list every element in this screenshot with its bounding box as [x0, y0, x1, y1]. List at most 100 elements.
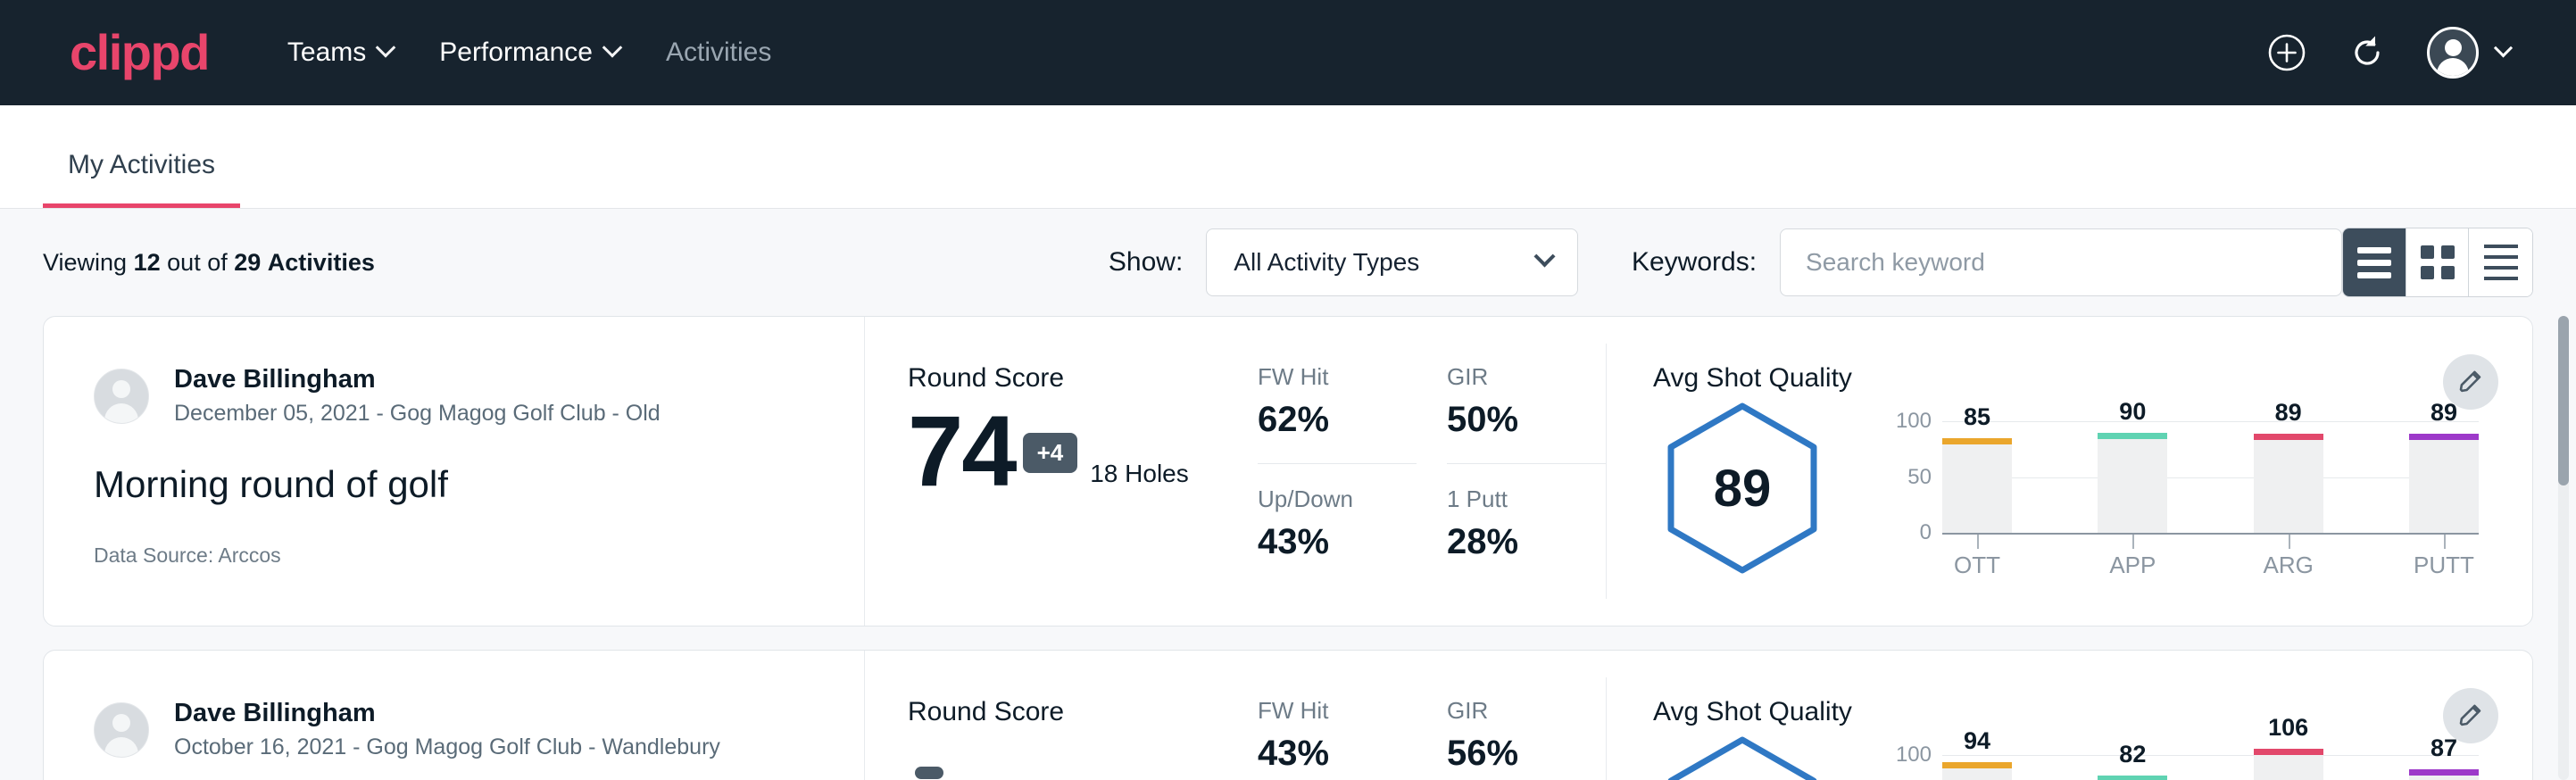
avg-shot-quality-block: Avg Shot Quality 89 05010085OTT90APP89AR… — [1607, 317, 2532, 626]
x-tick-putt — [2444, 535, 2446, 549]
primary-nav: Teams Performance Activities — [287, 37, 771, 68]
grid-view-button[interactable] — [2406, 228, 2470, 296]
shot-quality-chart: 05010085OTT90APP89ARG89PUTT — [1876, 399, 2479, 577]
viewing-suffix: Activities — [268, 249, 375, 276]
bar-group-putt[interactable]: 89PUTT — [2409, 399, 2479, 577]
round-score-row — [908, 736, 1258, 780]
list-scrollbar-thumb[interactable] — [2558, 316, 2569, 485]
nav-actions — [2266, 27, 2510, 79]
avatar-head — [112, 380, 130, 398]
edit-activity-button[interactable] — [2443, 354, 2498, 410]
activity-list: Dave Billingham December 05, 2021 - Gog … — [0, 316, 2576, 780]
pencil-icon — [2456, 701, 2485, 730]
bar-group-arg[interactable]: 89ARG — [2254, 399, 2323, 577]
pencil-icon — [2456, 368, 2485, 396]
refresh-icon[interactable] — [2347, 32, 2388, 73]
bar-putt — [2409, 769, 2479, 780]
stat-fw-hit: FW Hit 62% — [1258, 363, 1417, 464]
stat-fw-hit: FW Hit 43% — [1258, 697, 1417, 780]
shot-quality-chart: 05010094OTT82APP106ARG87PUTT — [1876, 733, 2479, 780]
nav-item-teams[interactable]: Teams — [287, 37, 393, 68]
bar-value-app: 90 — [2098, 398, 2167, 426]
tab-my-activities[interactable]: My Activities — [43, 150, 240, 208]
bar-group-app[interactable]: 82APP — [2098, 733, 2167, 780]
stat-gir-label: GIR — [1447, 697, 1606, 725]
stat-up-down-value: 43% — [1258, 522, 1417, 562]
chevron-down-icon — [376, 37, 396, 58]
bar-value-ott: 85 — [1942, 403, 2012, 431]
round-score-block: Round Score — [865, 651, 1258, 780]
bar-ott — [1942, 762, 2012, 780]
round-score-row: 74 +4 18 Holes — [908, 402, 1258, 501]
keywords-label: Keywords: — [1632, 247, 1757, 278]
avatar — [2427, 27, 2479, 79]
activity-type-select[interactable]: All Activity Types — [1206, 228, 1578, 296]
shot-quality-hexagon — [1653, 733, 1832, 780]
player-name: Dave Billingham — [174, 363, 661, 395]
activity-summary: Dave Billingham October 16, 2021 - Gog M… — [44, 651, 865, 780]
add-circle-icon[interactable] — [2266, 32, 2307, 73]
y-axis-tick-0: 0 — [1876, 520, 1932, 545]
round-score-value: 74 — [908, 402, 1016, 501]
stat-one-putt-value: 28% — [1447, 522, 1606, 562]
activity-author: Dave Billingham December 05, 2021 - Gog … — [94, 363, 864, 429]
viewing-total: 29 — [234, 249, 261, 276]
bar-group-ott[interactable]: 94OTT — [1942, 733, 2012, 780]
bar-group-app[interactable]: 90APP — [2098, 399, 2167, 577]
bar-app — [2098, 776, 2167, 780]
tab-strip: My Activities — [0, 105, 2576, 209]
stat-fw-hit-label: FW Hit — [1258, 697, 1417, 725]
shot-quality-hexagon: 89 — [1653, 399, 1832, 577]
round-stats: FW Hit 62% GIR 50% Up/Down 43% 1 Putt 28… — [1258, 317, 1606, 626]
shot-quality-value: 89 — [1653, 399, 1832, 577]
x-axis-label-app: APP — [2085, 552, 2180, 579]
viewing-middle: out of — [167, 249, 228, 276]
activity-summary: Dave Billingham December 05, 2021 - Gog … — [44, 317, 865, 626]
bar-group-arg[interactable]: 106ARG — [2254, 733, 2323, 780]
stat-up-down-label: Up/Down — [1258, 485, 1417, 513]
stat-gir-value: 50% — [1447, 400, 1606, 440]
nav-item-teams-label: Teams — [287, 37, 366, 68]
account-menu[interactable] — [2427, 27, 2510, 79]
avg-shot-quality-body: 05010094OTT82APP106ARG87PUTT — [1653, 733, 2479, 780]
chevron-down-icon — [602, 37, 623, 58]
search-input[interactable] — [1780, 228, 2342, 296]
avg-shot-quality-label: Avg Shot Quality — [1653, 697, 2479, 727]
activity-card[interactable]: Dave Billingham October 16, 2021 - Gog M… — [43, 650, 2533, 780]
bar-ott — [1942, 438, 2012, 533]
avatar-body — [104, 403, 138, 424]
bar-arg — [2254, 434, 2323, 533]
avatar-head — [2445, 39, 2462, 56]
top-navbar: clippd Teams Performance Activities — [0, 0, 2576, 105]
avg-shot-quality-label: Avg Shot Quality — [1653, 363, 2479, 394]
x-axis-label-ott: OTT — [1930, 552, 2024, 579]
y-axis-tick-100: 100 — [1876, 409, 1932, 434]
viewing-prefix: Viewing — [43, 249, 127, 276]
nav-item-performance[interactable]: Performance — [439, 37, 619, 68]
chevron-down-icon — [1533, 245, 1555, 267]
show-label: Show: — [1109, 247, 1183, 278]
activity-meta: October 16, 2021 - Gog Magog Golf Club -… — [174, 733, 720, 763]
stat-gir: GIR 56% — [1447, 697, 1606, 780]
view-mode-toggle — [2342, 228, 2533, 297]
list-view-button[interactable] — [2343, 228, 2406, 296]
compact-view-button[interactable] — [2469, 228, 2532, 296]
edit-activity-button[interactable] — [2443, 688, 2498, 743]
round-score-block: Round Score 74 +4 18 Holes — [865, 317, 1258, 626]
brand-logo[interactable]: clippd — [70, 28, 209, 78]
bar-group-ott[interactable]: 85OTT — [1942, 399, 2012, 577]
bar-series: 85OTT90APP89ARG89PUTT — [1942, 399, 2479, 577]
stat-fw-hit-label: FW Hit — [1258, 363, 1417, 391]
stat-one-putt: 1 Putt 28% — [1447, 485, 1606, 562]
stat-gir-value: 56% — [1447, 734, 1606, 774]
activity-title: Morning round of golf — [94, 463, 864, 506]
y-axis-tick-100: 100 — [1876, 743, 1932, 768]
compact-view-icon — [2484, 245, 2518, 280]
holes-label: 18 Holes — [1090, 460, 1189, 488]
list-scrollbar[interactable] — [2558, 316, 2569, 780]
nav-item-activities[interactable]: Activities — [666, 37, 771, 68]
x-tick-app — [2132, 535, 2134, 549]
activity-card[interactable]: Dave Billingham December 05, 2021 - Gog … — [43, 316, 2533, 626]
x-tick-arg — [2289, 535, 2290, 549]
bar-value-ott: 94 — [1942, 727, 2012, 755]
